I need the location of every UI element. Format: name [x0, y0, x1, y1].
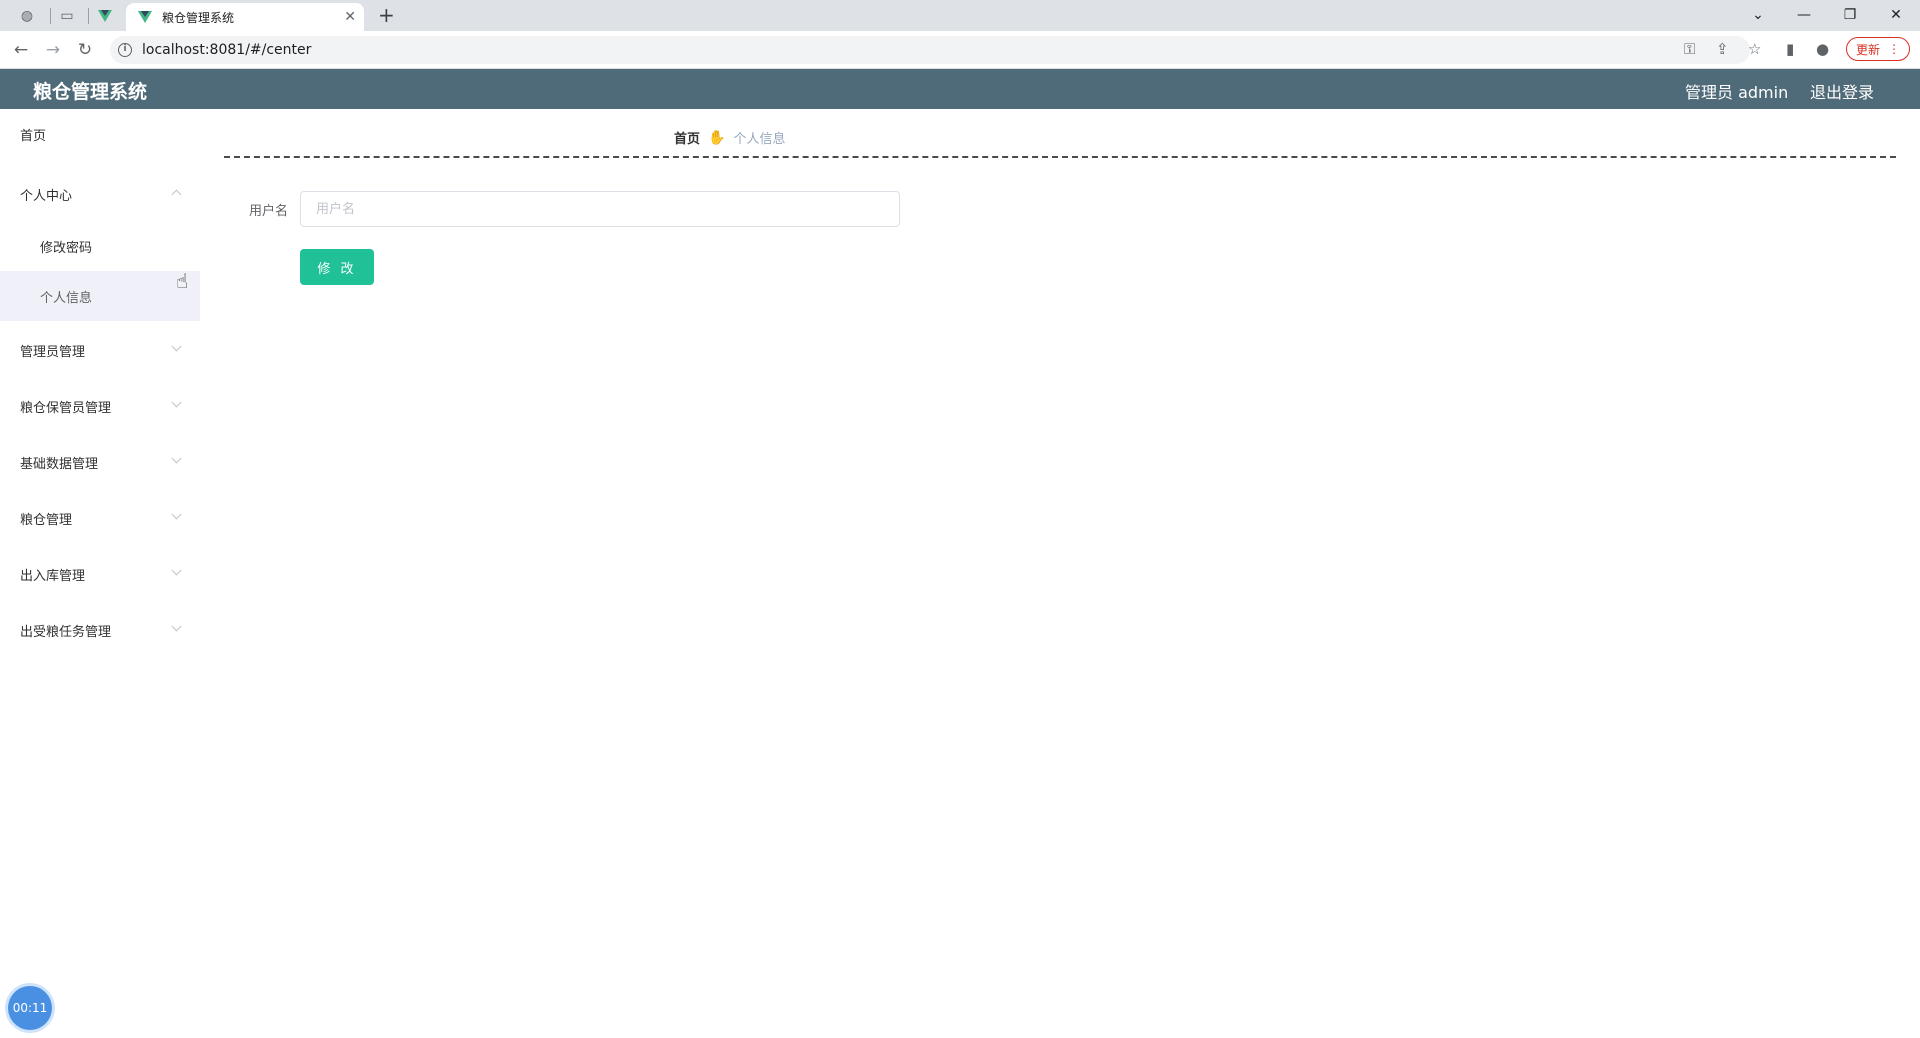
vue-logo-icon — [138, 11, 152, 23]
sidebar-item-inout-management[interactable]: 出入库管理 — [0, 549, 200, 599]
sidebar-item-label: 修改密码 — [40, 240, 93, 256]
tab-search-icon[interactable]: ⌄ — [1738, 2, 1778, 28]
chevron-up-icon — [171, 189, 182, 200]
app-title: 粮仓管理系统 — [33, 81, 148, 103]
breadcrumb-divider — [224, 156, 1896, 158]
active-tab[interactable]: 粮仓管理系统 ✕ — [126, 3, 364, 31]
sidebar-item-label: 个人信息 — [40, 290, 93, 306]
bookmark-star-icon[interactable]: ☆ — [1748, 40, 1761, 58]
sidebar-subitem-change-password[interactable]: 修改密码 — [0, 221, 200, 271]
sidebar-item-label: 首页 — [20, 128, 47, 144]
chevron-down-icon — [171, 453, 182, 464]
kebab-menu-icon: ⋮ — [1888, 42, 1900, 56]
site-info-icon[interactable]: i — [118, 43, 132, 57]
close-window-icon[interactable]: ✕ — [1876, 2, 1916, 28]
hand-icon: ✋ — [708, 129, 726, 146]
browser-address-bar: ← → ↻ i localhost:8081/#/center ⚿ ⇪ ☆ ▮ … — [0, 31, 1920, 69]
modify-button[interactable]: 修 改 — [300, 249, 374, 285]
reload-icon[interactable]: ↻ — [74, 39, 96, 61]
minimize-icon[interactable]: — — [1784, 2, 1824, 28]
sidebar-item-grain-task-management[interactable]: 出受粮任务管理 — [0, 605, 200, 655]
tab-title: 粮仓管理系统 — [162, 10, 235, 25]
chevron-down-icon — [171, 341, 182, 352]
sidebar-item-label: 个人中心 — [20, 188, 73, 204]
browser-tab-bar: ◍ ▭ 粮仓管理系统 ✕ + ⌄ — ❐ ✕ — [0, 0, 1920, 31]
sidebar-item-personal-center[interactable]: 个人中心 — [0, 169, 200, 219]
sidebar-item-keeper-management[interactable]: 粮仓保管员管理 — [0, 381, 200, 431]
sidebar-item-admin-management[interactable]: 管理员管理 — [0, 325, 200, 375]
sidebar: 首页 个人中心 修改密码 个人信息 管理员管理 粮仓保管员管理 基础数据管理 粮… — [0, 109, 200, 1038]
current-user: 管理员 admin — [1685, 83, 1789, 102]
chevron-down-icon — [171, 565, 182, 576]
share-icon[interactable]: ⇪ — [1716, 40, 1729, 58]
key-icon[interactable]: ⚿ — [1684, 40, 1695, 58]
back-icon[interactable]: ← — [10, 39, 32, 61]
sidebar-item-base-data-management[interactable]: 基础数据管理 — [0, 437, 200, 487]
sidebar-item-home[interactable]: 首页 — [0, 109, 200, 159]
blank-tab-icon[interactable]: ▭ — [50, 4, 84, 27]
sidebar-item-label: 管理员管理 — [20, 344, 86, 360]
username-label: 用户名 — [248, 204, 288, 219]
sidebar-item-granary-management[interactable]: 粮仓管理 — [0, 493, 200, 543]
recording-timer[interactable]: 00:11 — [8, 986, 52, 1030]
username-input[interactable] — [300, 191, 900, 227]
mouse-pointer-icon: ☝ — [176, 269, 189, 293]
sidebar-item-label: 基础数据管理 — [20, 456, 99, 472]
vue-tab-icon[interactable] — [88, 4, 122, 27]
sidebar-item-label: 粮仓管理 — [20, 512, 73, 528]
sidebar-subitem-personal-info[interactable]: 个人信息 — [0, 271, 200, 321]
forward-icon[interactable]: → — [42, 39, 64, 61]
url-text: localhost:8081/#/center — [142, 42, 312, 58]
app-header: 粮仓管理系统 管理员 admin 退出登录 — [0, 69, 1920, 109]
logout-button[interactable]: 退出登录 — [1810, 79, 1874, 103]
side-panel-icon[interactable]: ▮ — [1786, 40, 1794, 58]
sidebar-item-label: 粮仓保管员管理 — [20, 400, 112, 416]
restore-icon[interactable]: ❐ — [1830, 2, 1870, 28]
omnibox[interactable]: i localhost:8081/#/center — [110, 36, 1750, 64]
sidebar-item-label: 出受粮任务管理 — [20, 624, 112, 640]
chevron-down-icon — [171, 397, 182, 408]
profile-icon[interactable]: ● — [1816, 40, 1829, 58]
breadcrumb-current: 个人信息 — [733, 132, 786, 147]
update-label: 更新 — [1855, 42, 1880, 57]
new-tab-button[interactable]: + — [378, 3, 395, 27]
breadcrumb: 首页 ✋ 个人信息 — [674, 128, 786, 148]
chevron-down-icon — [171, 509, 182, 520]
tab-close-icon[interactable]: ✕ — [344, 9, 356, 25]
chevron-down-icon — [171, 621, 182, 632]
breadcrumb-home[interactable]: 首页 — [674, 128, 700, 147]
globe-icon[interactable]: ◍ — [10, 4, 44, 27]
sidebar-item-label: 出入库管理 — [20, 568, 86, 584]
update-button[interactable]: 更新 ⋮ — [1846, 37, 1910, 61]
